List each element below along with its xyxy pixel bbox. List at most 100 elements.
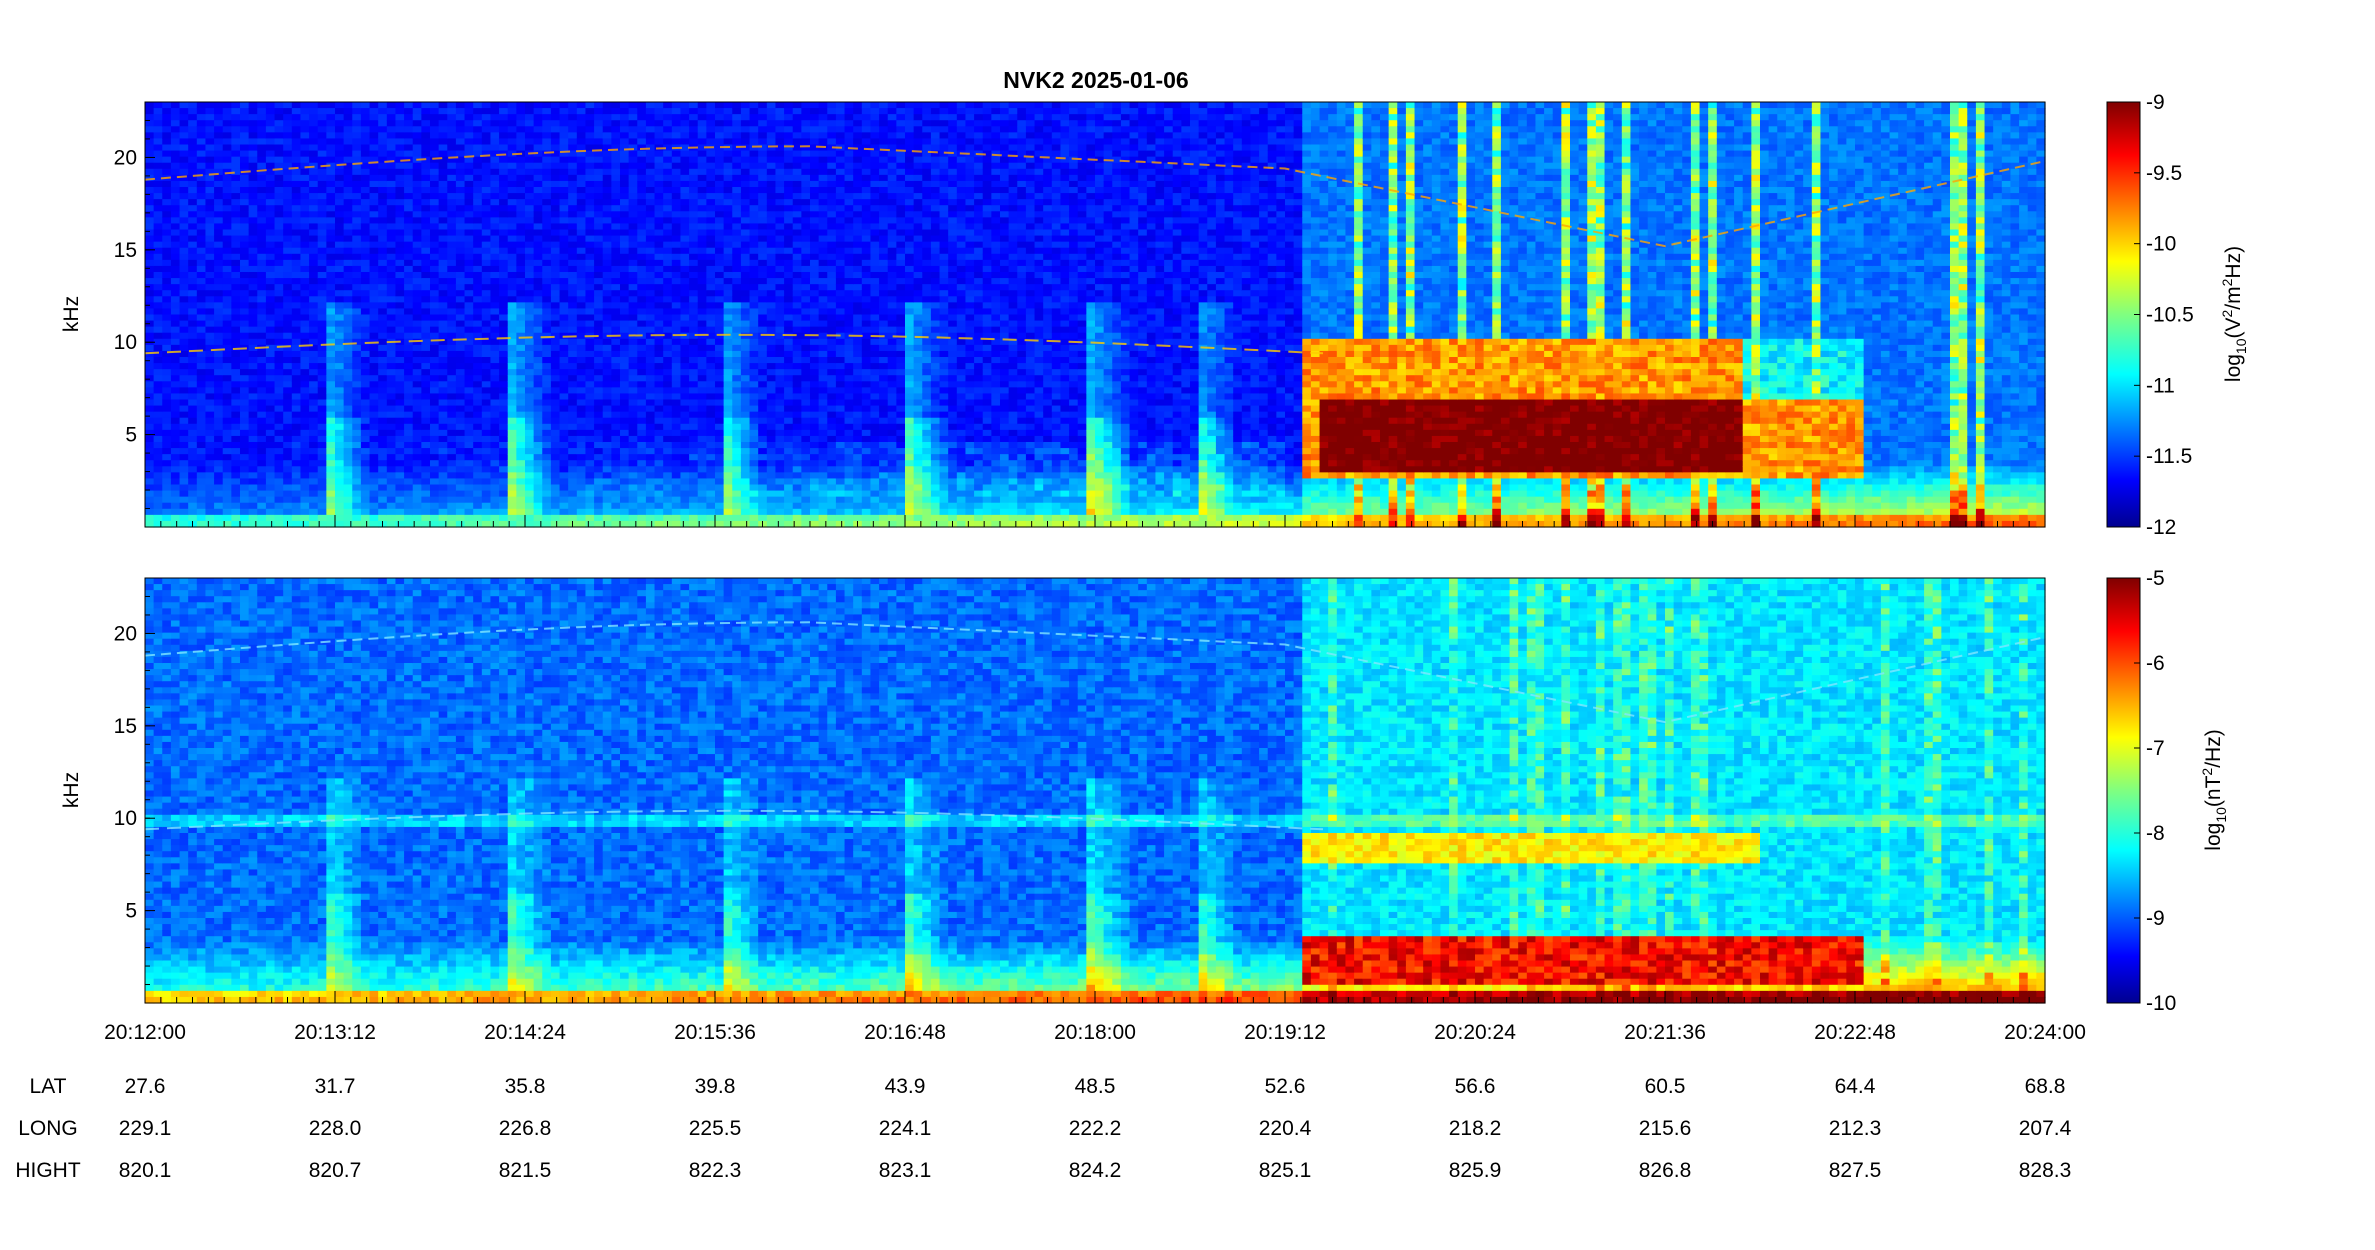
spectrogram-cell: [499, 442, 508, 449]
spectrogram-cell: [266, 266, 275, 273]
spectrogram-cell: [145, 205, 154, 212]
spectrogram-cell: [404, 175, 413, 182]
spectrogram-cell: [240, 375, 249, 382]
spectrogram-cell: [180, 242, 189, 249]
spectrogram-cell: [508, 145, 517, 152]
spectrogram-cell: [395, 375, 404, 382]
spectrogram-cell: [162, 254, 171, 261]
spectrogram-cell: [352, 199, 361, 206]
spectrogram-cell: [456, 448, 465, 455]
spectrogram-cell: [240, 406, 249, 413]
spectrogram-cell: [171, 333, 180, 340]
spectrogram-cell: [430, 333, 439, 340]
spectrogram-cell: [335, 151, 344, 158]
spectrogram-cell: [266, 254, 275, 261]
spectrogram-cell: [456, 515, 465, 522]
spectrogram-cell: [223, 181, 232, 188]
spectrogram-cell: [300, 266, 309, 273]
spectrogram-cell: [395, 272, 404, 279]
spectrogram-cell: [223, 381, 232, 388]
spectrogram-cell: [223, 412, 232, 419]
spectrogram-cell: [171, 515, 180, 522]
spectrogram-cell: [421, 211, 430, 218]
spectrogram-cell: [223, 315, 232, 322]
spectrogram-cell: [387, 272, 396, 279]
spectrogram-cell: [257, 108, 266, 115]
spectrogram-cell: [456, 169, 465, 176]
spectrogram-cell: [490, 308, 499, 315]
spectrogram-cell: [404, 503, 413, 510]
spectrogram-cell: [197, 321, 206, 328]
spectrogram-cell: [292, 321, 301, 328]
spectrogram-cell: [352, 460, 361, 467]
spectrogram-cell: [465, 478, 474, 485]
spectrogram-cell: [283, 363, 292, 370]
spectrogram-cell: [180, 393, 189, 400]
spectrogram-cell: [249, 217, 258, 224]
spectrogram-cell: [154, 254, 163, 261]
spectrogram-cell: [205, 472, 214, 479]
spectrogram-cell: [309, 175, 318, 182]
spectrogram-cell: [439, 126, 448, 133]
spectrogram-cell: [275, 369, 284, 376]
spectrogram-cell: [370, 485, 379, 492]
spectrogram-cell: [197, 126, 206, 133]
spectrogram-cell: [465, 393, 474, 400]
spectrogram-cell: [335, 472, 344, 479]
spectrogram-cell: [508, 193, 517, 200]
spectrogram-cell: [482, 430, 491, 437]
spectrogram-cell: [490, 454, 499, 461]
spectrogram-cell: [300, 418, 309, 425]
spectrogram-cell: [145, 327, 154, 334]
spectrogram-cell: [404, 333, 413, 340]
spectrogram-cell: [473, 460, 482, 467]
spectrogram-cell: [180, 290, 189, 297]
spectrogram-cell: [266, 260, 275, 267]
spectrogram-cell: [188, 151, 197, 158]
spectrogram-cell: [231, 126, 240, 133]
spectrogram-cell: [223, 132, 232, 139]
spectrogram-cell: [361, 406, 370, 413]
spectrogram-cell: [387, 509, 396, 516]
spectrogram-cell: [370, 145, 379, 152]
spectrogram-cell: [387, 357, 396, 364]
spectrogram-cell: [162, 308, 171, 315]
spectrogram-cell: [439, 485, 448, 492]
spectrogram-cell: [223, 466, 232, 473]
spectrogram-cell: [145, 491, 154, 498]
spectrogram-cell: [456, 393, 465, 400]
spectrogram-cell: [335, 357, 344, 364]
spectrogram-cell: [266, 497, 275, 504]
spectrogram-cell: [499, 102, 508, 109]
spectrogram-cell: [404, 169, 413, 176]
spectrogram-cell: [205, 102, 214, 109]
spectrogram-cell: [180, 503, 189, 510]
spectrogram-cell: [171, 138, 180, 145]
spectrogram-cell: [482, 126, 491, 133]
spectrogram-cell: [508, 248, 517, 255]
spectrogram-cell: [309, 442, 318, 449]
spectrogram-cell: [188, 381, 197, 388]
spectrogram-cell: [482, 400, 491, 407]
spectrogram-cell: [188, 181, 197, 188]
spectrogram-cell: [473, 175, 482, 182]
spectrogram-cell: [465, 412, 474, 419]
spectrogram-cell: [335, 248, 344, 255]
spectrogram-cell: [456, 466, 465, 473]
spectrogram-cell: [395, 400, 404, 407]
spectrogram-cell: [240, 424, 249, 431]
spectrogram-cell: [387, 363, 396, 370]
spectrogram-cell: [145, 472, 154, 479]
spectrogram-cell: [257, 126, 266, 133]
spectrogram-cell: [145, 199, 154, 206]
spectrogram-figure: NVK2 2025-01-06 5101520 kHz -9-9.5-10-10…: [0, 0, 2375, 1250]
spectrogram-cell: [344, 460, 353, 467]
spectrogram-cell: [249, 515, 258, 522]
spectrogram-cell: [430, 120, 439, 127]
spectrogram-cell: [508, 351, 517, 358]
spectrogram-cell: [154, 145, 163, 152]
spectrogram-cell: [421, 151, 430, 158]
spectrogram-cell: [240, 515, 249, 522]
spectrogram-cell: [456, 503, 465, 510]
spectrogram-cell: [188, 460, 197, 467]
